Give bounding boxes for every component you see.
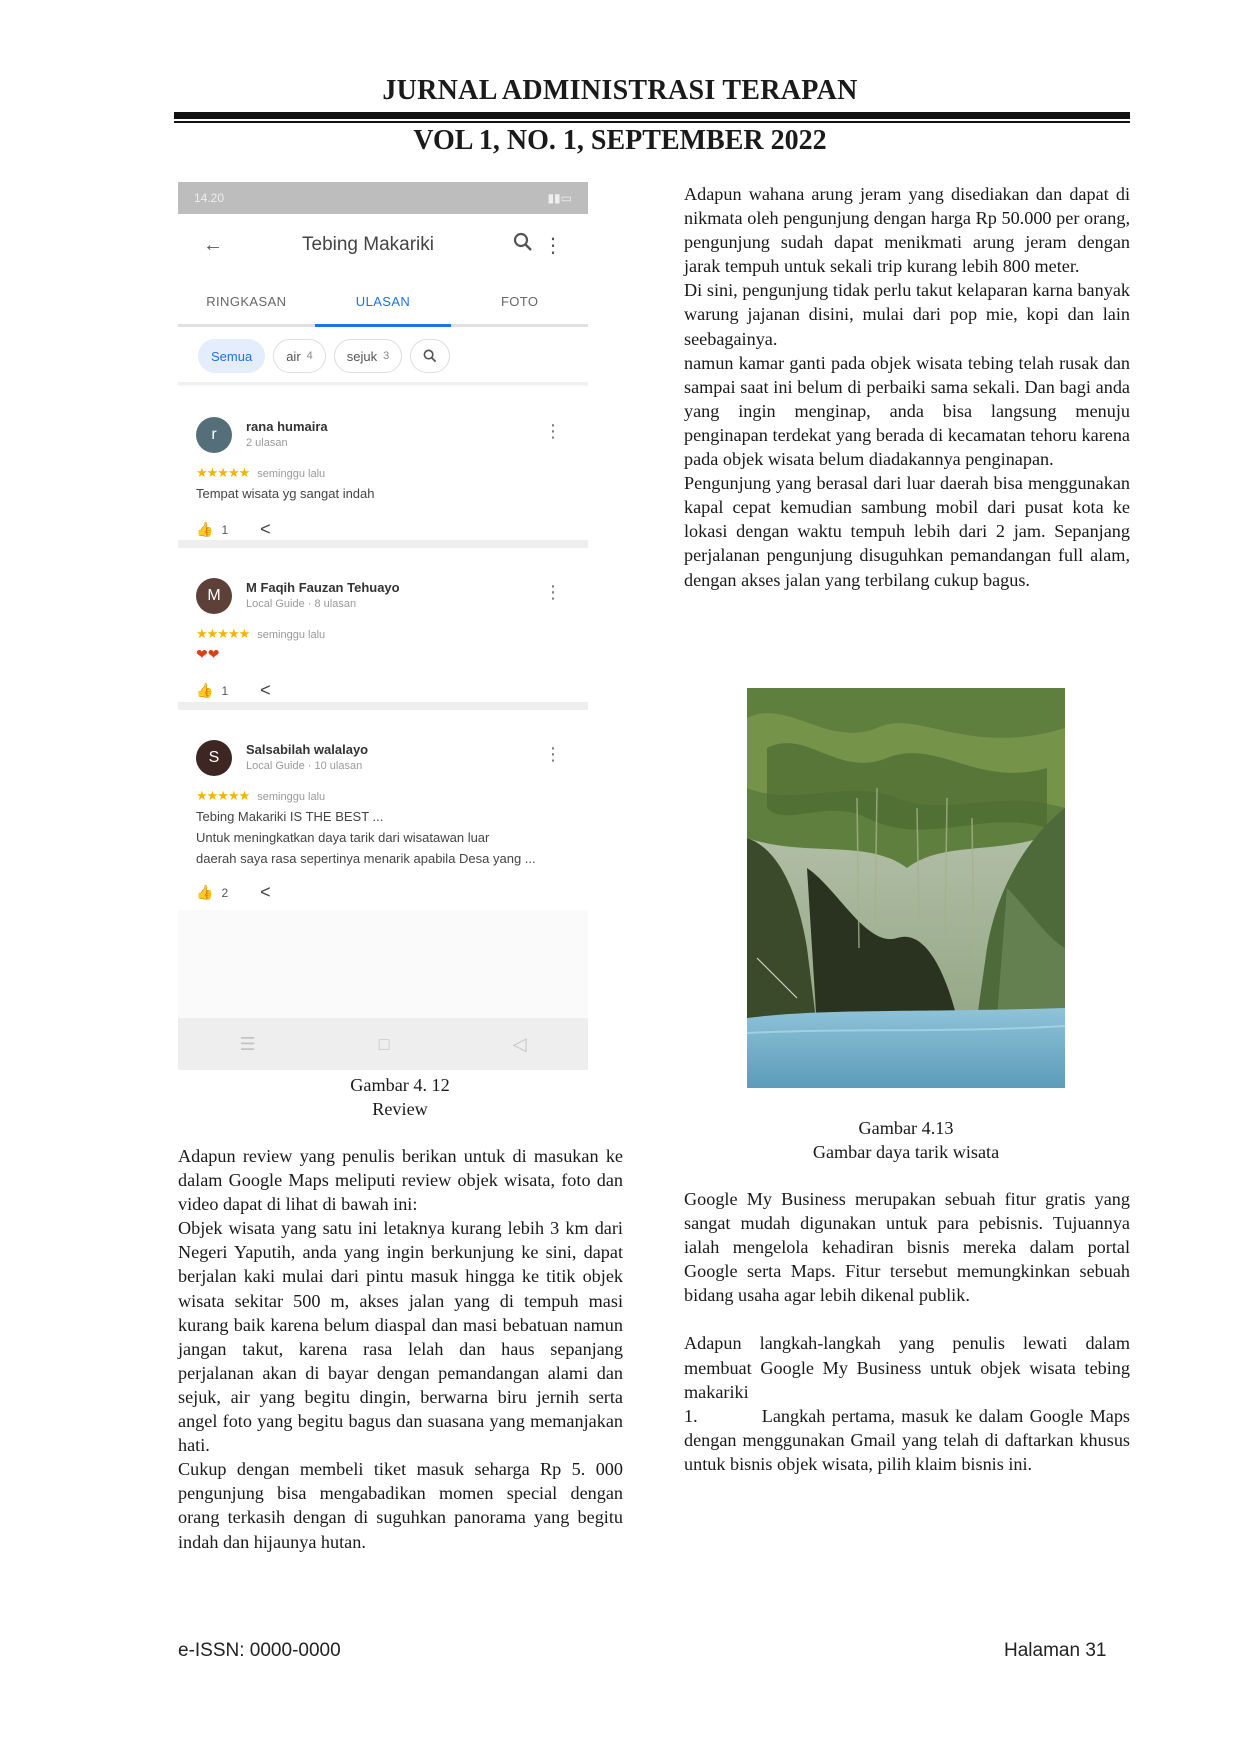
like-count: 1 <box>221 522 229 537</box>
review-emoji: ❤❤ <box>196 646 220 662</box>
reviewer-name: M Faqih Fauzan Tehuayo <box>246 580 400 595</box>
chip-label: Semua <box>211 348 253 364</box>
avatar: M <box>196 578 232 614</box>
review-text: Tempat wisata yg sangat indah <box>196 486 375 501</box>
more-vert-icon[interactable]: ⋮ <box>544 421 562 442</box>
review-time: seminggu lalu <box>257 468 326 480</box>
chip-search-icon[interactable] <box>410 339 451 373</box>
figure-title: Review <box>372 1099 428 1119</box>
divider <box>178 540 588 548</box>
review-screenshot: 14.20 ▮▮▭ ← Tebing Makariki ⋮ RINGKASAN … <box>178 182 588 1070</box>
volume-line: VOL 1, NO. 1, SEPTEMBER 2022 <box>413 125 827 156</box>
share-icon[interactable]: < <box>260 882 271 903</box>
review-text: Tebing Makariki IS THE BEST ... Untuk me… <box>196 806 566 869</box>
review-line: daerah saya rasa sepertinya menarik apab… <box>196 851 536 866</box>
filter-chips: Semua air 4 sejuk 3 <box>178 327 588 385</box>
chip-count: 4 <box>306 350 313 362</box>
app-bar: ← Tebing Makariki ⋮ <box>178 214 588 276</box>
more-vert-icon[interactable]: ⋮ <box>538 233 568 258</box>
share-icon[interactable]: < <box>260 519 271 540</box>
thumb-up-icon[interactable]: 👍 <box>196 521 213 538</box>
paragraph: namun kamar ganti pada objek wisata tebi… <box>684 352 1130 470</box>
tourism-photo <box>747 688 1065 1088</box>
chip-label: sejuk <box>346 348 378 364</box>
menu-icon[interactable]: ☰ <box>240 1034 256 1055</box>
share-icon[interactable]: < <box>260 680 271 701</box>
list-item: 1. Langkah pertama, masuk ke dalam Googl… <box>684 1405 1130 1474</box>
tab-bar: RINGKASAN ULASAN FOTO <box>178 276 588 327</box>
rating-stars: ★★★★★ seminggu lalu <box>196 465 326 480</box>
header-rule <box>174 112 1130 119</box>
chip-air[interactable]: air 4 <box>273 339 326 373</box>
chip-sejuk[interactable]: sejuk 3 <box>333 339 403 373</box>
thumb-up-icon[interactable]: 👍 <box>196 682 213 699</box>
paragraph: Objek wisata yang satu ini letaknya kura… <box>178 1218 623 1456</box>
reviewer-sub: 2 ulasan <box>246 437 288 449</box>
tab-ringkasan[interactable]: RINGKASAN <box>178 276 315 324</box>
place-title: Tebing Makariki <box>302 234 434 255</box>
reviewer-sub: Local Guide · 10 ulasan <box>246 760 363 772</box>
chip-semua[interactable]: Semua <box>198 339 266 373</box>
reviewer-name: Salsabilah walalayo <box>246 742 369 757</box>
back-triangle-icon[interactable]: ◁ <box>513 1034 527 1055</box>
review-card: r rana humaira 2 ulasan ⋮ ★★★★★ seminggu … <box>178 387 588 547</box>
right-column-text: Adapun wahana arung jeram yang disediaka… <box>684 182 1130 592</box>
more-vert-icon[interactable]: ⋮ <box>544 582 562 603</box>
paragraph: Adapun wahana arung jeram yang disediaka… <box>684 184 1130 277</box>
review-line: Untuk meningkatkan daya tarik dari wisat… <box>196 830 490 845</box>
review-card: M M Faqih Fauzan Tehuayo Local Guide · 8… <box>178 548 588 708</box>
journal-header: JURNAL ADMINISTRASI TERAPAN <box>0 72 1240 110</box>
paragraph: Pengunjung yang berasal dari luar daerah… <box>684 473 1130 590</box>
like-count: 2 <box>221 885 229 900</box>
tab-ulasan[interactable]: ULASAN <box>314 276 452 327</box>
journal-title: JURNAL ADMINISTRASI TERAPAN <box>382 75 858 106</box>
more-vert-icon[interactable]: ⋮ <box>544 744 562 765</box>
figure-title: Gambar daya tarik wisata <box>812 1142 1000 1162</box>
reviewer-sub: Local Guide · 8 ulasan <box>246 598 357 610</box>
review-actions: 👍 1 < <box>196 680 271 701</box>
review-actions: 👍 1 < <box>196 519 271 540</box>
chip-label: air <box>286 348 301 364</box>
paragraph: Di sini, pengunjung tidak perlu takut ke… <box>684 280 1130 349</box>
like-count: 1 <box>221 683 229 698</box>
paragraph: Cukup dengan membeli tiket masuk seharga… <box>178 1459 623 1552</box>
figure-number: Gambar 4.13 <box>858 1118 954 1138</box>
review-actions: 👍 2 < <box>196 882 271 903</box>
divider <box>178 382 588 385</box>
status-time: 14.20 <box>194 191 225 205</box>
rating-stars: ★★★★★ seminggu lalu <box>196 788 326 803</box>
paragraph: Adapun review yang penulis berikan untuk… <box>178 1146 623 1215</box>
right-column-lower-text: Google My Business merupakan sebuah fitu… <box>684 1187 1130 1476</box>
reviewer-name: rana humaira <box>246 419 328 434</box>
divider <box>178 702 588 710</box>
thumb-up-icon[interactable]: 👍 <box>196 884 213 901</box>
android-nav-bar: ☰ □ ◁ <box>178 1018 588 1070</box>
avatar: r <box>196 417 232 453</box>
status-bar: 14.20 ▮▮▭ <box>178 182 588 214</box>
avatar: S <box>196 740 232 776</box>
tab-foto[interactable]: FOTO <box>451 276 588 324</box>
figure-caption: Gambar 4.13 Gambar daya tarik wisata <box>747 1116 1065 1164</box>
home-square-icon[interactable]: □ <box>379 1034 390 1055</box>
paragraph: Adapun langkah-langkah yang penulis lewa… <box>684 1333 1130 1402</box>
footer-issn: e-ISSN: 0000-0000 <box>178 1640 341 1661</box>
battery-icon: ▮▮▭ <box>547 191 572 205</box>
figure-caption: Gambar 4. 12 Review <box>338 1073 462 1121</box>
search-icon[interactable] <box>508 232 538 258</box>
review-line: Tebing Makariki IS THE BEST ... <box>196 809 384 824</box>
review-time: seminggu lalu <box>257 791 326 803</box>
figure-number: Gambar 4. 12 <box>350 1075 450 1095</box>
paragraph: Google My Business merupakan sebuah fitu… <box>684 1189 1130 1306</box>
rating-stars: ★★★★★ seminggu lalu <box>196 626 326 641</box>
back-arrow-icon[interactable]: ← <box>198 234 228 257</box>
review-time: seminggu lalu <box>257 629 326 641</box>
footer-page-number: Halaman 31 <box>1004 1640 1107 1661</box>
left-column-text: Adapun review yang penulis berikan untuk… <box>178 1144 623 1554</box>
review-card: S Salsabilah walalayo Local Guide · 10 u… <box>178 710 588 910</box>
chip-count: 3 <box>383 350 390 362</box>
